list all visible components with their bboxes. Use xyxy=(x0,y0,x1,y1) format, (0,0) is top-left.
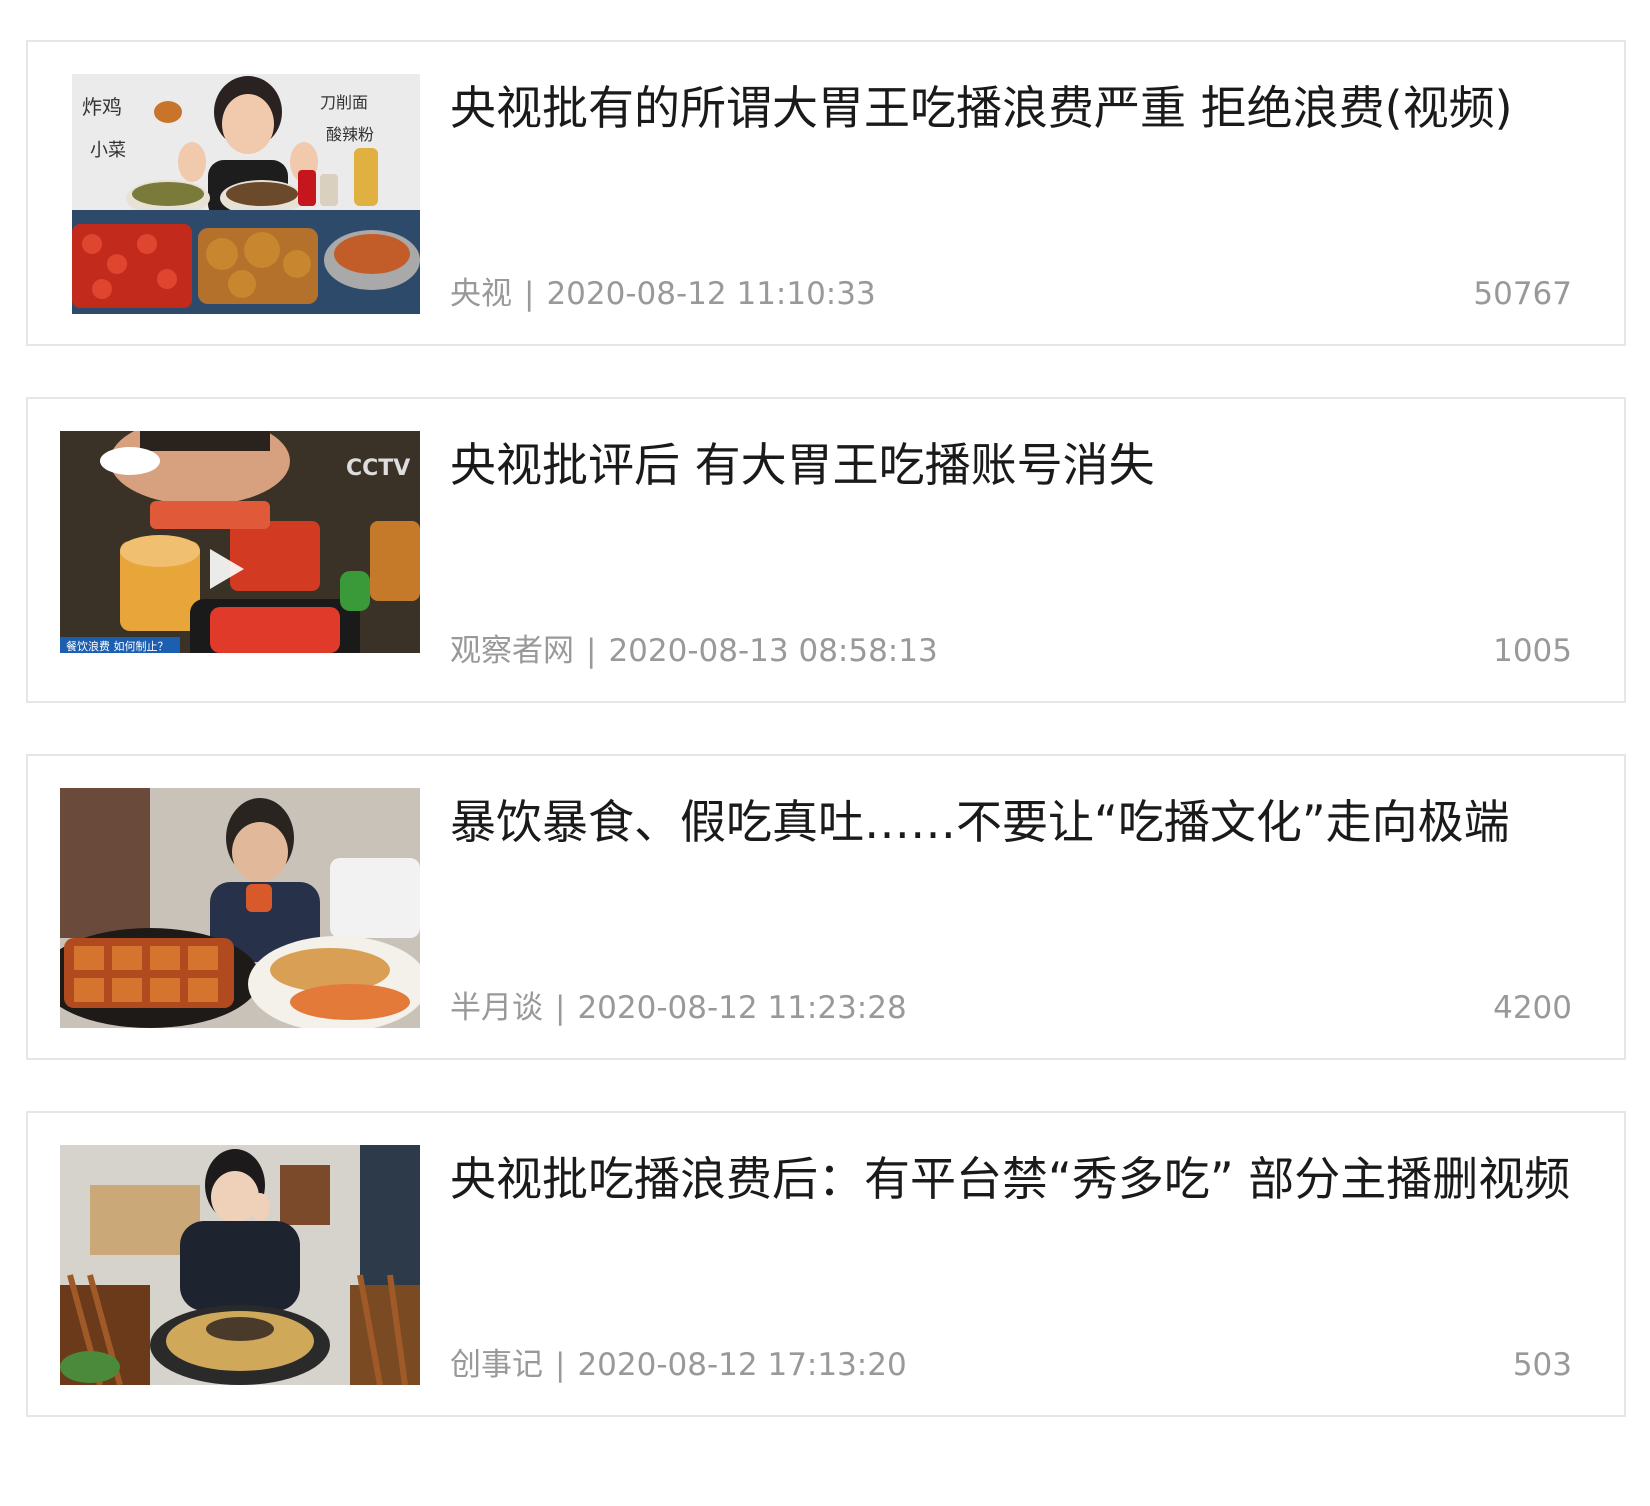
svg-text:小菜: 小菜 xyxy=(90,140,126,161)
news-source: 央视 xyxy=(450,276,512,312)
news-timestamp: 2020-08-13 08:58:13 xyxy=(608,633,938,669)
svg-text:炸鸡: 炸鸡 xyxy=(82,95,122,119)
news-timestamp: 2020-08-12 11:10:33 xyxy=(546,276,876,312)
svg-text:餐饮浪费 如何制止？: 餐饮浪费 如何制止？ xyxy=(66,639,169,653)
news-thumbnail[interactable] xyxy=(60,1145,420,1385)
meta-separator: | xyxy=(524,276,535,312)
mukbang-food-image xyxy=(60,788,420,1028)
meta-separator: | xyxy=(555,990,566,1026)
view-count: 503 xyxy=(1512,1347,1572,1383)
news-source: 观察者网 xyxy=(450,633,574,669)
news-thumbnail[interactable]: CCTV 餐饮浪费 如何制止？ xyxy=(60,431,420,671)
news-meta: 创事记 | 2020-08-12 17:13:20 503 xyxy=(450,1345,1572,1385)
news-title[interactable]: 暴饮暴食、假吃真吐……不要让“吃播文化”走向极端 xyxy=(450,784,1580,860)
news-title[interactable]: 央视批有的所谓大胃王吃播浪费严重 拒绝浪费(视频) xyxy=(450,70,1580,146)
news-timestamp: 2020-08-12 17:13:20 xyxy=(577,1347,907,1383)
view-count: 4200 xyxy=(1493,990,1572,1026)
meta-separator: | xyxy=(586,633,597,669)
news-title[interactable]: 央视批评后 有大胃王吃播账号消失 xyxy=(450,427,1580,503)
mukbang-food-image: CCTV 餐饮浪费 如何制止？ xyxy=(60,431,420,671)
news-title[interactable]: 央视批吃播浪费后：有平台禁“秀多吃” 部分主播删视频 xyxy=(450,1141,1580,1217)
svg-text:CCTV: CCTV xyxy=(346,456,410,481)
news-meta: 观察者网 | 2020-08-13 08:58:13 1005 xyxy=(450,631,1572,671)
mukbang-food-image: 炸鸡 小菜 刀削面 酸辣粉 xyxy=(72,74,420,314)
news-thumbnail[interactable]: 炸鸡 小菜 刀削面 酸辣粉 xyxy=(68,74,420,314)
news-card[interactable]: 炸鸡 小菜 刀削面 酸辣粉 央视批有的所谓大胃王吃播浪费严重 拒绝浪费(视频) … xyxy=(26,40,1626,346)
news-thumbnail[interactable] xyxy=(60,788,420,1028)
news-meta: 半月谈 | 2020-08-12 11:23:28 4200 xyxy=(450,988,1572,1028)
mukbang-food-image xyxy=(60,1145,420,1385)
svg-text:刀削面: 刀削面 xyxy=(320,93,368,112)
news-timestamp: 2020-08-12 11:23:28 xyxy=(577,990,907,1026)
news-card[interactable]: 暴饮暴食、假吃真吐……不要让“吃播文化”走向极端 半月谈 | 2020-08-12 … xyxy=(26,754,1626,1060)
view-count: 1005 xyxy=(1493,633,1572,669)
news-source: 创事记 xyxy=(450,1347,543,1383)
news-card[interactable]: 央视批吃播浪费后：有平台禁“秀多吃” 部分主播删视频 创事记 | 2020-08-1… xyxy=(26,1111,1626,1417)
svg-text:酸辣粉: 酸辣粉 xyxy=(326,125,374,144)
meta-separator: | xyxy=(555,1347,566,1383)
view-count: 50767 xyxy=(1473,276,1572,312)
news-meta: 央视 | 2020-08-12 11:10:33 50767 xyxy=(450,274,1572,314)
news-source: 半月谈 xyxy=(450,990,543,1026)
news-card[interactable]: CCTV 餐饮浪费 如何制止？ 央视批评后 有大胃王吃播账号消失 观察者网 | 20… xyxy=(26,397,1626,703)
